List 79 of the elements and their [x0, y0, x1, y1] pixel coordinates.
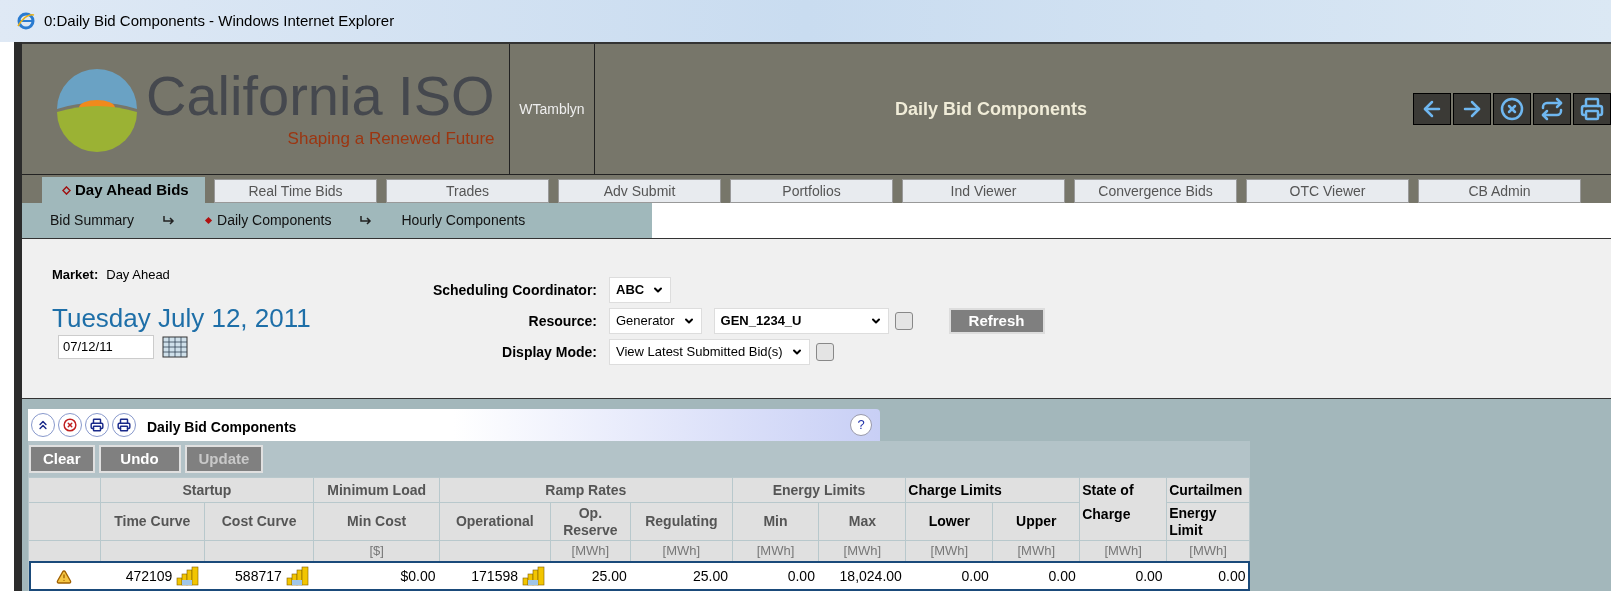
table-cell-text: 588717	[235, 566, 282, 586]
step-chart-icon[interactable]	[285, 566, 310, 587]
sub-nav-link[interactable]: Hourly Components	[395, 210, 532, 231]
column-header: Min	[732, 502, 819, 541]
refresh-button[interactable]: Refresh	[948, 308, 1045, 334]
table-cell: 0.00	[1079, 561, 1167, 591]
column-header: Lower	[905, 502, 993, 541]
column-group-header: Startup	[100, 477, 314, 503]
table-cell-text: 472109	[125, 566, 173, 586]
step-chart-icon[interactable]	[176, 566, 201, 587]
print-icon[interactable]	[112, 413, 136, 437]
column-header: Regulating	[630, 502, 732, 541]
table-cell: 25.00	[550, 561, 631, 591]
table-cell: 0.00	[905, 561, 993, 591]
table-cell: 25.00	[630, 561, 732, 591]
collapse-icon[interactable]	[31, 413, 55, 437]
browser-icon	[16, 11, 36, 31]
column-header: Max	[818, 502, 906, 541]
user-name: WTamblyn	[519, 99, 585, 119]
arrow-icon	[359, 214, 374, 227]
column-group-header: State of Charge	[1079, 477, 1167, 541]
panel-title: Daily Bid Components	[147, 417, 297, 437]
column-header: Operational	[439, 502, 550, 541]
nav-tab[interactable]: Convergence Bids	[1074, 179, 1237, 203]
dropdown[interactable]: View Latest Submitted Bid(s)	[609, 339, 810, 365]
table-cell: $0.00	[313, 561, 440, 591]
toolbar-button[interactable]: Clear	[29, 445, 95, 473]
sub-nav-link[interactable]: Daily Components	[198, 210, 338, 231]
nav-tab[interactable]: Real Time Bids	[214, 179, 377, 203]
print-icon[interactable]	[1573, 93, 1611, 125]
column-group-header: Energy Limits	[732, 477, 906, 503]
column-header: Time Curve	[100, 502, 205, 541]
field-label: Display Mode:	[501, 342, 597, 362]
nav-tab[interactable]: Adv Submit	[558, 179, 721, 203]
column-group-header: Curtailmen	[1166, 477, 1250, 503]
column-group-header: Minimum Load	[313, 477, 440, 503]
column-group-header: Ramp Rates	[439, 477, 732, 503]
toolbar-button[interactable]: Undo	[98, 445, 181, 473]
column-header: Min Cost	[313, 502, 440, 541]
arrow-icon	[162, 214, 177, 227]
table-cell-text: 171598	[471, 566, 518, 586]
column-header: Op. Reserve	[550, 502, 631, 541]
table-cell: 18,024.00	[818, 561, 906, 591]
calendar-icon[interactable]	[162, 335, 188, 358]
table-cell: 0.00	[992, 561, 1080, 591]
dropdown[interactable]: ABC	[609, 277, 672, 303]
date-heading: Tuesday July 12, 2011	[52, 302, 312, 333]
table-cell: 0.00	[732, 561, 819, 591]
logo-tagline: Shaping a Renewed Future	[287, 128, 495, 151]
dropdown[interactable]: GEN_1234_U	[713, 308, 889, 334]
field-label: Resource:	[527, 311, 597, 331]
page-title: Daily Bid Components	[895, 97, 1087, 121]
nav-tab[interactable]: Day Ahead Bids	[42, 177, 205, 203]
close-icon[interactable]	[1493, 93, 1531, 125]
column-header: Energy Limit	[1166, 502, 1250, 541]
window-title: 0:Daily Bid Components - Windows Internet Explorer	[44, 10, 395, 31]
table-cell: 0.00	[1166, 561, 1250, 591]
step-chart-icon[interactable]	[522, 566, 546, 587]
back-icon[interactable]	[1413, 93, 1451, 125]
nav-tab[interactable]: Ind Viewer	[902, 179, 1065, 203]
nav-tab[interactable]: Trades	[386, 179, 549, 203]
column-group-header: Charge Limits	[905, 477, 1080, 503]
diamond-icon	[62, 185, 71, 195]
column-header: Cost Curve	[204, 502, 314, 541]
checkbox[interactable]	[894, 312, 913, 330]
sub-nav-link[interactable]: Bid Summary	[44, 210, 141, 231]
nav-tab[interactable]: Portfolios	[730, 179, 893, 203]
forward-icon[interactable]	[1453, 93, 1491, 125]
field-label: Scheduling Coordinator:	[431, 280, 597, 300]
refresh-icon[interactable]	[1533, 93, 1571, 125]
market-value: Day Ahead	[106, 266, 170, 284]
dropdown[interactable]: Generator	[609, 308, 702, 334]
nav-tab[interactable]: OTC Viewer	[1246, 179, 1409, 203]
checkbox[interactable]	[815, 343, 834, 361]
help-icon[interactable]: ?	[850, 414, 872, 436]
market-label: Market:	[52, 266, 99, 284]
nav-tab[interactable]: CB Admin	[1418, 179, 1581, 203]
warning-icon	[56, 569, 73, 586]
date-field[interactable]: 07/12/11	[58, 334, 154, 359]
